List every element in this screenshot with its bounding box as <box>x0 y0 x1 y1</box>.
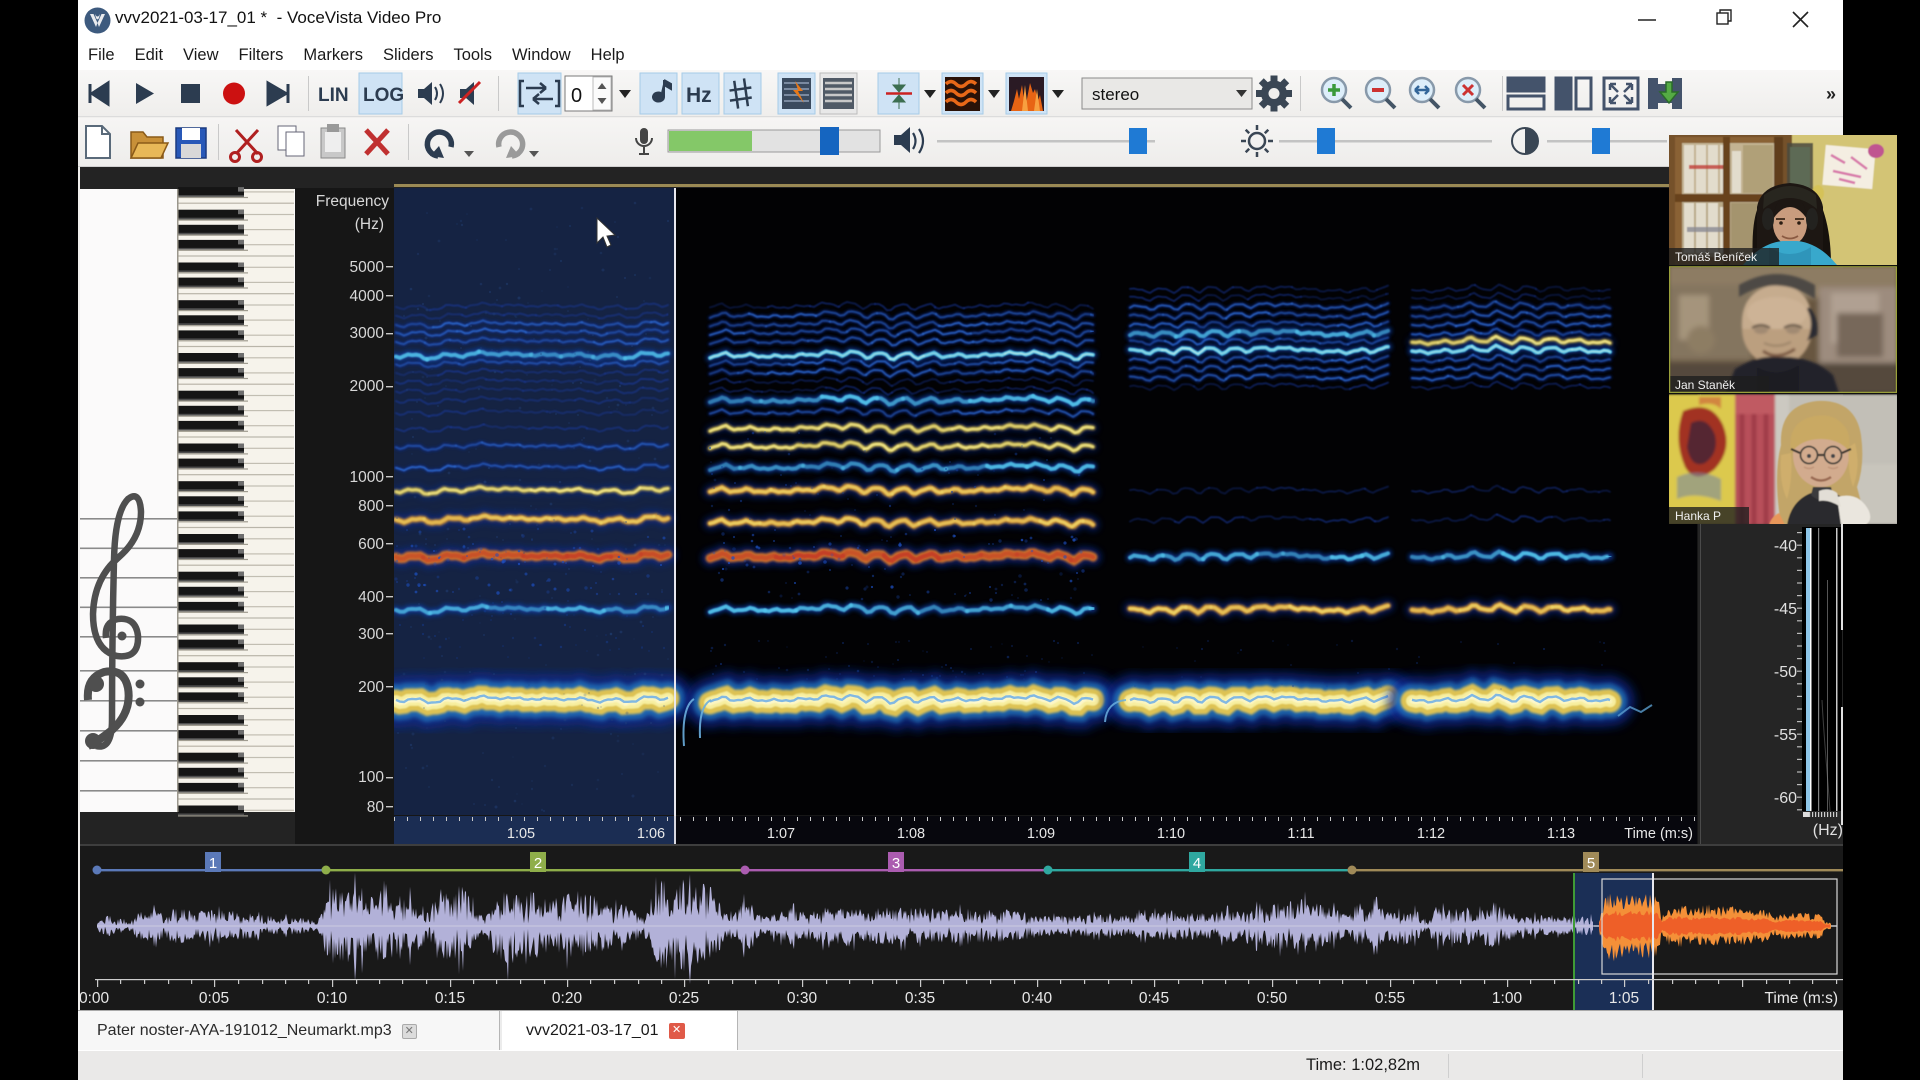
svg-text:-45: -45 <box>1774 601 1797 618</box>
svg-text:0:55: 0:55 <box>1375 990 1405 1007</box>
svg-text:Jan Staněk: Jan Staněk <box>1675 378 1736 392</box>
svg-text:3: 3 <box>892 855 900 872</box>
svg-text:Tomáš Beníček: Tomáš Beníček <box>1675 250 1758 264</box>
svg-text:1:06: 1:06 <box>637 826 665 842</box>
svg-text:1:13: 1:13 <box>1547 826 1575 842</box>
svg-text:Hz: Hz <box>686 84 712 107</box>
svg-text:1:08: 1:08 <box>897 826 925 842</box>
svg-text:1:05: 1:05 <box>507 826 535 842</box>
svg-text:100: 100 <box>358 769 384 786</box>
svg-text:0:30: 0:30 <box>787 990 818 1007</box>
svg-text:LOG: LOG <box>363 85 404 106</box>
svg-text:1:07: 1:07 <box>767 826 795 842</box>
svg-text:1:11: 1:11 <box>1287 826 1314 842</box>
svg-text:0:20: 0:20 <box>552 990 583 1007</box>
svg-text:1:12: 1:12 <box>1417 826 1445 842</box>
svg-text:0:25: 0:25 <box>669 990 699 1007</box>
svg-text:0:00: 0:00 <box>80 990 110 1007</box>
svg-text:-50: -50 <box>1774 664 1797 681</box>
svg-text:80: 80 <box>367 799 385 816</box>
svg-text:1:05: 1:05 <box>1609 990 1639 1007</box>
svg-text:Time (m:s): Time (m:s) <box>1624 826 1693 842</box>
svg-text:200: 200 <box>358 679 384 696</box>
svg-text:-40: -40 <box>1774 538 1797 555</box>
svg-text:1:10: 1:10 <box>1157 826 1185 842</box>
svg-text:600: 600 <box>358 536 384 553</box>
svg-text:4: 4 <box>1193 855 1201 872</box>
svg-text:1000: 1000 <box>350 469 385 486</box>
svg-text:2000: 2000 <box>350 378 385 395</box>
svg-text:300: 300 <box>358 626 384 643</box>
svg-text:0:05: 0:05 <box>199 990 229 1007</box>
svg-text:5000: 5000 <box>350 259 385 276</box>
svg-text:1: 1 <box>209 855 217 872</box>
svg-text:-60: -60 <box>1774 790 1797 807</box>
svg-text:stereo: stereo <box>1092 85 1139 104</box>
svg-text:Time (m:s): Time (m:s) <box>1765 990 1838 1007</box>
svg-text:Frequency: Frequency <box>316 193 389 210</box>
svg-text:2: 2 <box>534 855 542 872</box>
svg-text:0:40: 0:40 <box>1022 990 1053 1007</box>
svg-text:0: 0 <box>571 85 582 107</box>
svg-text:3000: 3000 <box>350 325 385 342</box>
svg-text:4000: 4000 <box>350 288 385 305</box>
svg-text:(Hz): (Hz) <box>1813 822 1843 839</box>
svg-text:0:15: 0:15 <box>435 990 465 1007</box>
svg-text:800: 800 <box>358 498 384 515</box>
svg-text:0:35: 0:35 <box>905 990 935 1007</box>
svg-text:1:00: 1:00 <box>1492 990 1523 1007</box>
svg-text:1:09: 1:09 <box>1027 826 1055 842</box>
svg-text:5: 5 <box>1587 855 1595 872</box>
svg-text:Hanka P: Hanka P <box>1675 509 1721 523</box>
svg-text:400: 400 <box>358 589 384 606</box>
svg-text:-55: -55 <box>1774 727 1797 744</box>
svg-text:0:45: 0:45 <box>1139 990 1169 1007</box>
svg-text:(Hz): (Hz) <box>355 216 384 233</box>
svg-text:0:50: 0:50 <box>1257 990 1288 1007</box>
svg-text:LIN: LIN <box>318 85 349 106</box>
svg-text:0:10: 0:10 <box>317 990 348 1007</box>
svg-text:»: » <box>1826 84 1836 104</box>
